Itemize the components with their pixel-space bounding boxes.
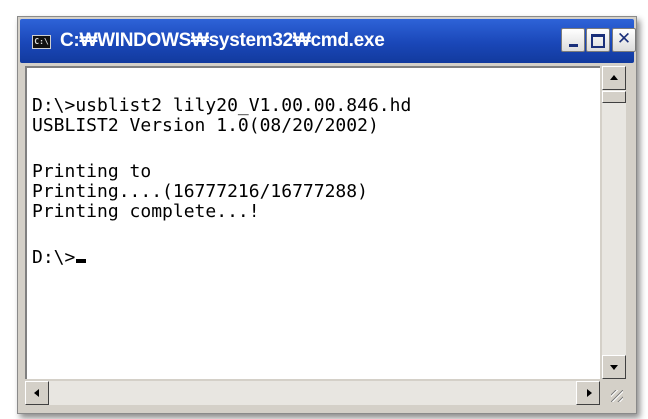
window-title: C:₩WINDOWS₩system32₩cmd.exe [60, 30, 385, 51]
vertical-scrollbar[interactable] [602, 66, 626, 379]
text-cursor [76, 259, 87, 263]
console-line: USBLIST2 Version 1.0(08/20/2002) [32, 115, 379, 136]
console-line: Printing....(16777216/16777288) [32, 181, 368, 202]
title-bar[interactable]: C:\ C:₩WINDOWS₩system32₩cmd.exe ✕ [20, 19, 636, 63]
console-line: D:\>usblist2 lily20_V1.00.00.846.hd [32, 95, 412, 116]
prompt-line: D:\> [32, 248, 411, 268]
scroll-left-button[interactable] [25, 381, 49, 405]
resize-grip[interactable] [602, 381, 626, 405]
scroll-up-button[interactable] [602, 66, 626, 90]
minimize-button[interactable] [561, 28, 585, 52]
minimize-icon [568, 44, 578, 47]
resize-grip-icon [611, 390, 623, 402]
maximize-button[interactable] [586, 28, 610, 52]
maximize-icon [591, 34, 605, 48]
console-line: Printing complete...! [32, 201, 260, 222]
down-arrow-icon [610, 365, 618, 370]
scroll-down-button[interactable] [602, 355, 626, 379]
console-output[interactable]: D:\>usblist2 lily20_V1.00.00.846.hd USBL… [25, 66, 600, 379]
cmd-icon[interactable]: C:\ [32, 35, 51, 49]
close-button[interactable]: ✕ [612, 28, 636, 52]
up-arrow-icon [610, 75, 618, 80]
cmd-window: C:\ C:₩WINDOWS₩system32₩cmd.exe ✕ D:\>us… [17, 16, 637, 414]
scroll-right-button[interactable] [576, 381, 600, 405]
right-arrow-icon [587, 389, 592, 397]
console-line: Printing to [32, 161, 152, 182]
horizontal-scrollbar[interactable] [25, 381, 600, 405]
prompt-text: D:\> [32, 247, 76, 268]
vertical-scroll-thumb[interactable] [602, 91, 626, 103]
left-arrow-icon [34, 389, 39, 397]
